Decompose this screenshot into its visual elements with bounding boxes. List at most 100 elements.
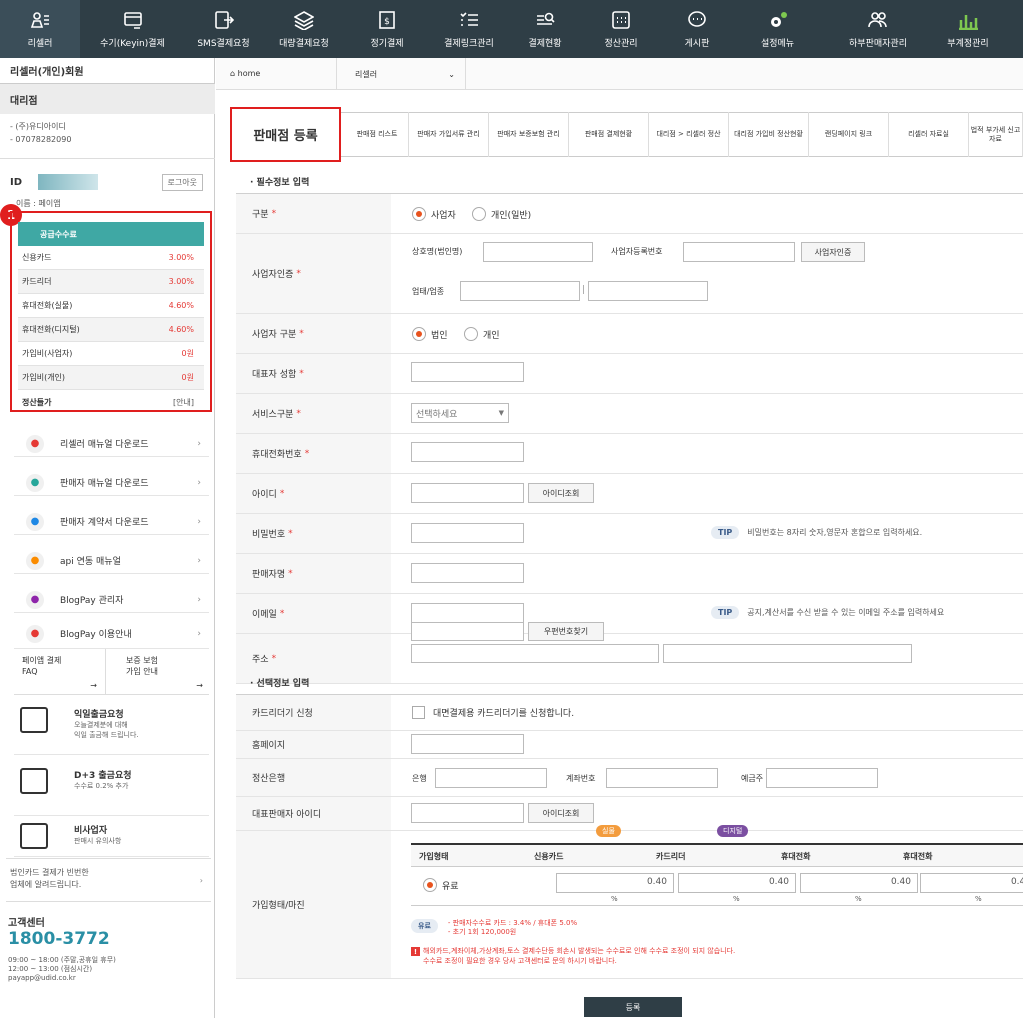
logout-button[interactable]: 로그아웃 [161, 173, 203, 191]
nav-item-2[interactable]: SMS결제요청 [185, 0, 262, 58]
bizauth-label: 사업자인증 * [236, 234, 391, 313]
password-label: 비밀번호 * [236, 514, 391, 553]
email-input[interactable] [411, 603, 524, 623]
margin-input[interactable]: 0.40 [920, 873, 1023, 893]
bank-name-input[interactable] [435, 768, 547, 788]
sidebar-link-2[interactable]: ● 판매자 계약서 다운로드 › [14, 509, 209, 535]
sidebar-link-0[interactable]: ● 리셀러 매뉴얼 다운로드 › [14, 431, 209, 457]
nav-item-0[interactable]: 리셀러 [0, 0, 80, 58]
submit-button[interactable]: 등록 [584, 997, 682, 1017]
radio-personal[interactable]: 개인 [464, 327, 500, 341]
zipcode-search-button[interactable]: 우편번호찾기 [528, 622, 604, 641]
tab-5[interactable]: 대리점 가입비 정산현황 [729, 112, 809, 157]
caret-down-icon: ▼ [498, 409, 504, 417]
arrow-right-icon: → [90, 681, 97, 690]
cardreader-checkbox[interactable]: 대면결제용 카드리더기를 신청합니다. [412, 706, 574, 719]
sidebar-link-label: 리셀러 매뉴얼 다운로드 [60, 440, 149, 450]
nav-item-11[interactable]: 부계정관리 [933, 0, 1003, 58]
insurance-link[interactable]: 보증 보험 가입 안내 → [106, 649, 209, 694]
list-icon [460, 11, 478, 26]
tab-3[interactable]: 판매점 결제현황 [569, 112, 649, 157]
homepage-input[interactable] [411, 734, 524, 754]
row-mobile: 휴대전화번호 * [236, 434, 1023, 474]
checkbox-box [412, 706, 425, 719]
biz-auth-button[interactable]: 사업자인증 [801, 242, 865, 262]
nav-item-1[interactable]: 수기(Keyin)결제 [80, 0, 185, 58]
nav-item-4[interactable]: $ 정기결제 [346, 0, 428, 58]
sidebar-link-3[interactable]: ● api 연동 매뉴얼 › [14, 548, 209, 574]
corp-card-notice[interactable]: 법인카드 결제가 빈번한 업체에 알려드립니다. › [6, 858, 211, 902]
zipcode-input[interactable] [411, 622, 524, 641]
account-input[interactable] [606, 768, 718, 788]
radio-business[interactable]: 사업자 [412, 207, 456, 221]
radio-corporate[interactable]: 법인 [412, 327, 448, 341]
calendar-icon: $ [379, 10, 395, 29]
tab-4[interactable]: 대리점 > 리셀러 정산 [649, 112, 729, 157]
id-check-button[interactable]: 아이디조회 [528, 483, 594, 503]
margin-input[interactable]: 0.40 [556, 873, 674, 893]
holder-input[interactable] [766, 768, 878, 788]
tab-1[interactable]: 판매자 가입서류 관리 [409, 112, 489, 157]
fee-name: 휴대전화(실물) [22, 301, 73, 310]
tab-6[interactable]: 랜딩페이지 링크 [809, 112, 889, 157]
tab-8[interactable]: 법적 부가세 신고자료 [969, 112, 1023, 157]
biz-kind-input[interactable] [588, 281, 708, 301]
sidebar-link-5[interactable]: ● BlogPay 이용안내 › [14, 619, 209, 649]
nav-item-6[interactable]: 결제현황 [510, 0, 580, 58]
promo-0[interactable]: 익일출금요청 오늘결제분에 대해 익일 출금해 드립니다. [14, 699, 209, 755]
nav-item-8[interactable]: 게시판 [662, 0, 732, 58]
nav-item-3[interactable]: 대량결제요청 [262, 0, 346, 58]
margin-input[interactable]: 0.40 [800, 873, 918, 893]
agency-name: - (주)유디아이디 [10, 122, 66, 131]
nav-item-10[interactable]: 하부판매자관리 [823, 0, 933, 58]
address-input[interactable] [411, 644, 659, 663]
margin-input[interactable]: 0.40 [678, 873, 796, 893]
home-link[interactable]: ⌂ home [230, 69, 260, 78]
nav-label: 대량결제요청 [279, 38, 329, 49]
radio-personal-label: 개인 [483, 330, 500, 341]
service-select[interactable]: 선택하세요 ▼ [411, 403, 509, 423]
biz-type-input[interactable] [460, 281, 580, 301]
biz-kind-label: 사업자 구분 * [236, 314, 391, 353]
cs-hours: 09:00 ~ 18:00 (주말,공휴일 휴무) 12:00 ~ 13:00 … [8, 956, 116, 983]
address-detail-input[interactable] [663, 644, 912, 663]
biz-no-input[interactable] [683, 242, 795, 262]
corp-notice-line2: 업체에 알려드립니다. [10, 880, 82, 889]
radio-paid[interactable]: 유료 [423, 878, 459, 892]
bank-label: 정산은행 [236, 759, 391, 796]
password-input[interactable] [411, 523, 524, 543]
settle-info-link[interactable]: [안내] [173, 397, 194, 408]
tab-7[interactable]: 리셀러 자료실 [889, 112, 969, 157]
id-input[interactable] [411, 483, 524, 503]
faq-row: 페이앱 결제 FAQ → 보증 보험 가입 안내 → [14, 649, 209, 695]
promo-2[interactable]: 비사업자 판매시 유의사항 [14, 815, 209, 857]
id-field-label-text: 아이디 [252, 490, 277, 500]
nav-label: SMS결제요청 [197, 38, 250, 49]
rep-name-input[interactable] [411, 362, 524, 382]
cs-hours-line2: 12:00 ~ 13:00 (점심시간) [8, 965, 93, 973]
password-tip: TIP 비밀번호는 8자리 숫자,영문자 혼합으로 입력하세요. [711, 526, 922, 539]
radio-individual[interactable]: 개인(일반) [472, 207, 531, 221]
sidebar-link-4[interactable]: ● BlogPay 관리자 › [14, 587, 209, 613]
promo-1[interactable]: D+3 출금요청 수수료 0.2% 추가 [14, 760, 209, 816]
rep-seller-label: 대표판매자 아이디 [236, 797, 391, 830]
nav-item-7[interactable]: 정산관리 [580, 0, 662, 58]
page-title: 판매점 등록 [230, 107, 341, 162]
fee-name: 가입비(개인) [22, 373, 66, 382]
tab-2[interactable]: 판매자 보증보험 관리 [489, 112, 569, 157]
company-name-input[interactable] [483, 242, 593, 262]
promo-title: 익일출금요청 [74, 710, 124, 720]
tab-0[interactable]: 판매점 리스트 [346, 112, 409, 157]
breadcrumb-select[interactable]: 리셀러 ⌄ [336, 58, 466, 90]
row-biz-kind: 사업자 구분 * 법인 개인 [236, 314, 1023, 354]
rep-seller-check-button[interactable]: 아이디조회 [528, 803, 594, 823]
grid-icon [612, 10, 630, 29]
sidebar-link-1[interactable]: ● 판매자 매뉴얼 다운로드 › [14, 470, 209, 496]
nav-item-5[interactable]: 결제링크관리 [428, 0, 510, 58]
nav-item-9[interactable]: 설정메뉴 [732, 0, 823, 58]
rep-seller-input[interactable] [411, 803, 524, 823]
seller-name-input[interactable] [411, 563, 524, 583]
chevron-down-icon: ⌄ [448, 69, 455, 79]
mobile-input[interactable] [411, 442, 524, 462]
faq-link[interactable]: 페이앱 결제 FAQ → [14, 649, 106, 694]
